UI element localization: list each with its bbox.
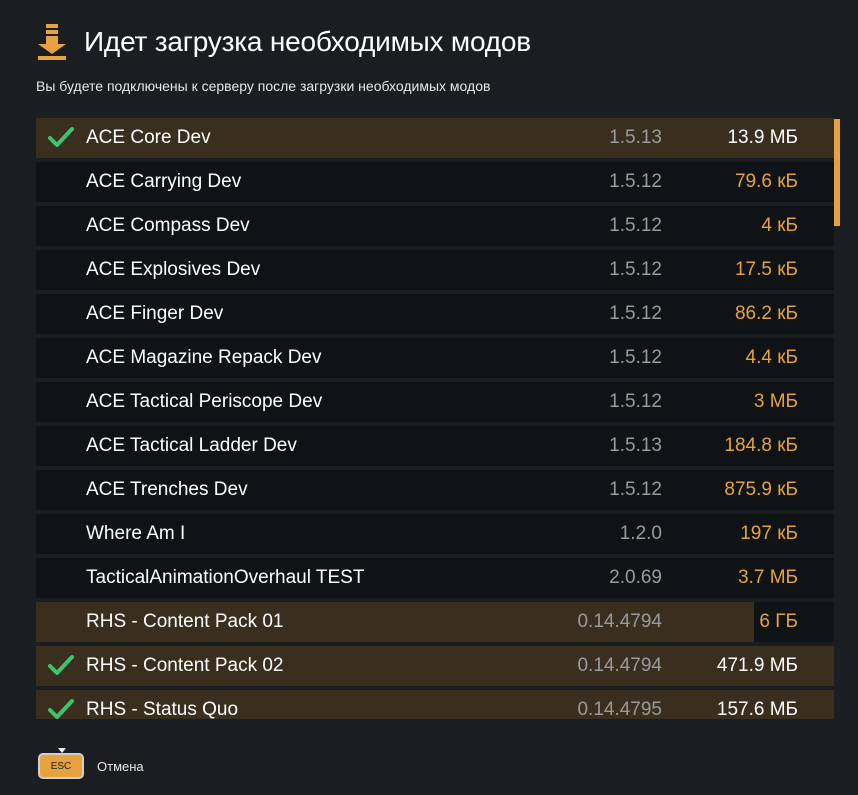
- mod-name: ACE Trenches Dev: [86, 479, 248, 500]
- checkmark-icon: [48, 127, 74, 147]
- key-indicator-icon: [58, 748, 66, 753]
- mod-name: RHS - Content Pack 01: [86, 611, 284, 632]
- mod-version: 1.5.12: [609, 479, 662, 500]
- mod-row: RHS - Content Pack 01 0.14.4794 6 ГБ: [36, 602, 834, 642]
- mod-version: 0.14.4794: [577, 611, 662, 632]
- mod-version: 1.5.12: [609, 391, 662, 412]
- mod-size: 13.9 МБ: [727, 127, 798, 148]
- mod-name: ACE Compass Dev: [86, 215, 250, 236]
- mod-version: 1.5.12: [609, 259, 662, 280]
- esc-key-label: ESC: [50, 760, 72, 772]
- mod-name: RHS - Status Quo: [86, 699, 239, 719]
- mod-row: TacticalAnimationOverhaul TEST 2.0.69 3.7 …: [36, 558, 834, 598]
- mod-version: 0.14.4795: [577, 699, 662, 719]
- mod-name: ACE Tactical Ladder Dev: [86, 435, 297, 456]
- footer: ESC Отмена: [38, 748, 144, 779]
- mod-name: ACE Tactical Periscope Dev: [86, 391, 323, 412]
- mod-name: TacticalAnimationOverhaul TEST: [86, 567, 365, 588]
- scrollbar-thumb[interactable]: [834, 119, 840, 226]
- mod-version: 1.5.12: [609, 303, 662, 324]
- mod-row: RHS - Status Quo 0.14.4795 157.6 МБ: [36, 690, 834, 719]
- mod-size: 3.7 МБ: [738, 567, 798, 588]
- mod-name: ACE Carrying Dev: [86, 171, 242, 192]
- mod-version: 1.5.13: [609, 435, 662, 456]
- mod-name: ACE Core Dev: [86, 127, 211, 148]
- mod-version: 1.5.12: [609, 347, 662, 368]
- mod-size: 79.6 кБ: [734, 171, 798, 192]
- mod-row: ACE Tactical Periscope Dev 1.5.12 3 МБ: [36, 382, 834, 422]
- mod-row: ACE Core Dev 1.5.13 13.9 МБ: [36, 118, 834, 158]
- mod-version: 1.5.12: [609, 215, 662, 236]
- mod-size: 157.6 МБ: [716, 699, 798, 719]
- mod-version: 2.0.69: [609, 567, 662, 588]
- mod-size: 3 МБ: [753, 391, 798, 412]
- mod-row: ACE Compass Dev 1.5.12 4 кБ: [36, 206, 834, 246]
- mod-row: ACE Magazine Repack Dev 1.5.12 4.4 кБ: [36, 338, 834, 378]
- mod-row: ACE Finger Dev 1.5.12 86.2 кБ: [36, 294, 834, 334]
- checkmark-icon: [48, 699, 74, 719]
- mod-list[interactable]: ACE Core Dev 1.5.13 13.9 МБ ACE Carrying De…: [36, 118, 840, 719]
- header: Идет загрузка необходимых модов: [36, 22, 531, 62]
- mod-row: ACE Tactical Ladder Dev 1.5.13 184.8 кБ: [36, 426, 834, 466]
- mod-size: 4.4 кБ: [745, 347, 798, 368]
- mod-version: 1.5.13: [609, 127, 662, 148]
- mod-version: 1.5.12: [609, 171, 662, 192]
- mod-row: ACE Trenches Dev 1.5.12 875.9 кБ: [36, 470, 834, 510]
- mod-row: RHS - Content Pack 02 0.14.4794 471.9 МБ: [36, 646, 834, 686]
- mod-size: 875.9 кБ: [724, 479, 798, 500]
- page-subtitle: Вы будете подключены к серверу после заг…: [36, 78, 491, 94]
- mod-size: 197 кБ: [740, 523, 798, 544]
- esc-key-button[interactable]: ESC: [38, 748, 84, 779]
- mod-size: 184.8 кБ: [724, 435, 798, 456]
- mod-name: ACE Magazine Repack Dev: [86, 347, 322, 368]
- mod-row: ACE Carrying Dev 1.5.12 79.6 кБ: [36, 162, 834, 202]
- mod-size: 86.2 кБ: [734, 303, 798, 324]
- mod-row: Where Am I 1.2.0 197 кБ: [36, 514, 834, 554]
- download-arrow-icon: [38, 24, 66, 60]
- mod-name: Where Am I: [86, 523, 186, 544]
- page-title: Идет загрузка необходимых модов: [84, 26, 531, 57]
- mod-size: 4 кБ: [761, 215, 798, 236]
- mod-size: 6 ГБ: [759, 611, 798, 632]
- mod-name: ACE Explosives Dev: [86, 259, 261, 280]
- mod-row: ACE Explosives Dev 1.5.12 17.5 кБ: [36, 250, 834, 290]
- mod-size: 471.9 МБ: [716, 655, 798, 676]
- mod-size: 17.5 кБ: [734, 259, 798, 280]
- mod-version: 1.2.0: [619, 523, 662, 544]
- mod-version: 0.14.4794: [577, 655, 662, 676]
- mod-name: ACE Finger Dev: [86, 303, 224, 324]
- checkmark-icon: [48, 655, 74, 675]
- mod-name: RHS - Content Pack 02: [86, 655, 284, 676]
- cancel-button[interactable]: Отмена: [97, 759, 144, 774]
